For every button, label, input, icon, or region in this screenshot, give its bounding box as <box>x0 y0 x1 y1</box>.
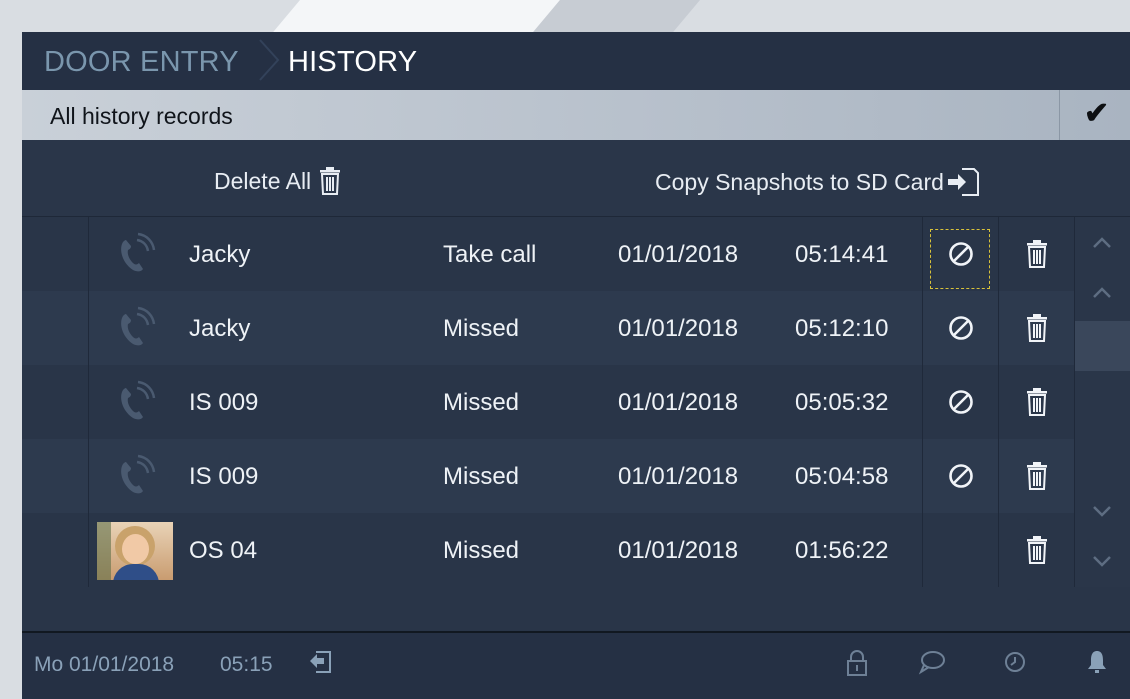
scroll-up-icon[interactable] <box>1092 237 1112 249</box>
door-entry-screen: DOOR ENTRY HISTORY All history records ✔… <box>22 32 1130 699</box>
history-list: Jacky Take call 01/01/2018 05:14:41 Jack… <box>22 217 1074 587</box>
call-status: Missed <box>443 537 520 564</box>
scroll-down-icon[interactable] <box>1092 555 1112 567</box>
visitor-photo <box>97 522 173 580</box>
breadcrumb-separator-icon <box>259 39 280 81</box>
block-cell-empty <box>922 513 999 587</box>
list-item[interactable]: IS 009 Missed 01/01/2018 05:04:58 <box>22 439 1074 513</box>
list-item[interactable]: Jacky Take call 01/01/2018 05:14:41 <box>22 217 1074 291</box>
call-date: 01/01/2018 <box>618 315 739 342</box>
call-status: Missed <box>443 315 520 342</box>
phone-icon <box>97 227 173 283</box>
block-button[interactable] <box>922 439 999 513</box>
bell-icon[interactable] <box>1086 649 1108 675</box>
trash-icon <box>1026 240 1047 268</box>
row-spacer <box>22 291 89 365</box>
row-spacer <box>22 439 89 513</box>
call-date: 01/01/2018 <box>618 389 739 416</box>
breadcrumb-door-entry[interactable]: DOOR ENTRY <box>44 46 239 79</box>
action-bar: Delete All Copy Snapshots to SD Card <box>22 140 1130 217</box>
call-status: Missed <box>443 389 520 416</box>
trash-icon <box>1026 388 1047 416</box>
block-button[interactable] <box>922 217 999 291</box>
list-item[interactable]: IS 009 Missed 01/01/2018 05:05:32 <box>22 365 1074 439</box>
copy-snapshots-label: Copy Snapshots to SD Card <box>655 168 944 195</box>
page-title: HISTORY <box>288 46 418 78</box>
history-filter-select[interactable]: All history records ✔ <box>22 90 1130 140</box>
block-icon <box>948 316 973 340</box>
delete-record-button[interactable] <box>999 365 1074 439</box>
row-spacer <box>22 365 89 439</box>
breadcrumb: DOOR ENTRY HISTORY <box>22 32 1130 90</box>
footer-time: 05:15 <box>220 653 273 676</box>
call-time: 05:12:10 <box>795 315 889 342</box>
caller-name: IS 009 <box>189 463 259 490</box>
page-down-icon[interactable] <box>1092 505 1112 517</box>
caller-name: OS 04 <box>189 537 258 564</box>
page-up-icon[interactable] <box>1092 287 1112 299</box>
snapshot-thumbnail[interactable] <box>97 522 173 580</box>
phone-icon <box>97 449 173 505</box>
block-button[interactable] <box>922 365 999 439</box>
back-icon[interactable] <box>308 649 334 675</box>
call-time: 05:04:58 <box>795 463 889 490</box>
call-time: 05:05:32 <box>795 389 889 416</box>
call-date: 01/01/2018 <box>618 241 739 268</box>
checkmark-icon: ✔ <box>1084 97 1110 130</box>
call-date: 01/01/2018 <box>618 537 739 564</box>
trash-icon <box>1026 314 1047 342</box>
row-spacer <box>22 217 89 291</box>
phone-icon <box>97 375 173 431</box>
trash-icon <box>1026 536 1047 564</box>
filter-label: All history records <box>50 103 233 129</box>
call-status: Missed <box>443 463 520 490</box>
call-time: 05:14:41 <box>795 241 889 268</box>
delete-all-button[interactable]: Delete All <box>214 167 341 195</box>
focus-outline <box>930 229 990 289</box>
delete-all-label: Delete All <box>214 167 312 194</box>
call-date: 01/01/2018 <box>618 463 739 490</box>
caller-name: IS 009 <box>189 389 259 416</box>
footer-date: Mo 01/01/2018 <box>34 653 175 676</box>
delete-record-button[interactable] <box>999 513 1074 587</box>
list-item[interactable]: OS 04 Missed 01/01/2018 01:56:22 <box>22 513 1074 587</box>
delete-record-button[interactable] <box>999 439 1074 513</box>
delete-record-button[interactable] <box>999 217 1074 291</box>
status-bar: Mo 01/01/2018 05:15 <box>22 633 1130 699</box>
row-spacer <box>22 513 89 587</box>
trash-icon <box>320 167 341 195</box>
call-status: Take call <box>443 241 537 268</box>
confirm-button[interactable]: ✔ <box>1059 90 1130 140</box>
block-button[interactable] <box>922 291 999 365</box>
sd-card-export-icon <box>947 168 979 196</box>
caller-name: Jacky <box>189 315 251 342</box>
history-icon[interactable] <box>1002 649 1028 675</box>
phone-icon <box>97 301 173 357</box>
scrollbar[interactable] <box>1074 217 1130 587</box>
unlock-icon[interactable] <box>846 649 868 677</box>
delete-record-button[interactable] <box>999 291 1074 365</box>
call-time: 01:56:22 <box>795 537 889 564</box>
list-item[interactable]: Jacky Missed 01/01/2018 05:12:10 <box>22 291 1074 365</box>
message-icon[interactable] <box>918 649 946 675</box>
scroll-thumb[interactable] <box>1075 321 1130 371</box>
copy-snapshots-button[interactable]: Copy Snapshots to SD Card <box>655 167 980 197</box>
block-icon <box>948 464 973 488</box>
trash-icon <box>1026 462 1047 490</box>
block-icon <box>948 390 973 414</box>
caller-name: Jacky <box>189 241 251 268</box>
